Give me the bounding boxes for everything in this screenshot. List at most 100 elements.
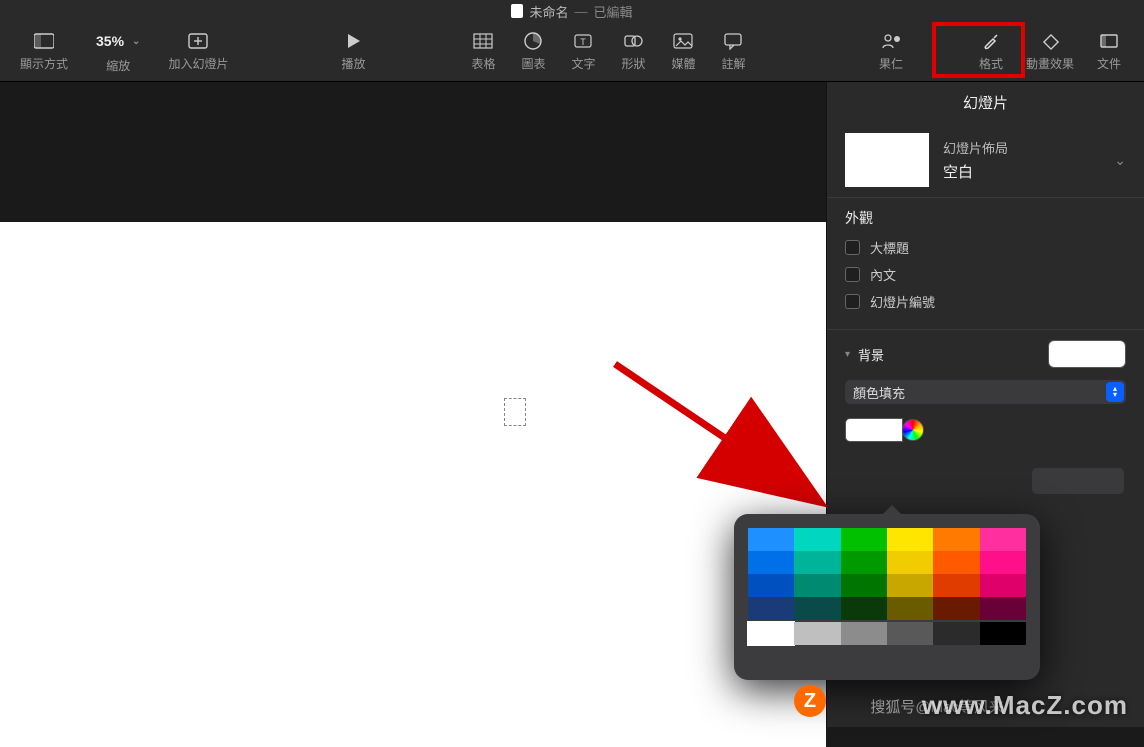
fill-type-select[interactable]: 顏色填充 ▴▾ (845, 380, 1126, 404)
color-swatch[interactable] (841, 574, 887, 597)
layout-section[interactable]: 幻燈片佈局 空白 ⌄ (827, 123, 1144, 198)
color-swatch[interactable] (887, 528, 933, 551)
document-icon (511, 4, 523, 18)
color-swatch[interactable] (841, 528, 887, 551)
appearance-section: 外觀 大標題 內文 幻燈片編號 (827, 198, 1144, 330)
color-swatch[interactable] (933, 551, 979, 574)
play-icon (342, 31, 364, 51)
color-swatch[interactable] (748, 528, 794, 551)
background-swatch[interactable] (1048, 340, 1126, 368)
color-swatch[interactable] (980, 551, 1026, 574)
color-wheel-icon[interactable] (902, 419, 924, 441)
table-icon (472, 31, 494, 51)
media-button[interactable]: 媒體 (658, 27, 708, 76)
color-swatch[interactable] (887, 622, 933, 645)
color-swatch[interactable] (748, 551, 794, 574)
background-label: 背景 (858, 345, 884, 364)
color-swatch[interactable] (980, 622, 1026, 645)
window-titlebar: 未命名 — 已編輯 (0, 0, 1144, 22)
shape-icon (622, 31, 644, 51)
checkbox[interactable] (845, 294, 860, 309)
collaborate-button[interactable]: 果仁 (866, 27, 916, 76)
color-swatch[interactable] (887, 551, 933, 574)
color-swatch[interactable] (841, 551, 887, 574)
color-swatch[interactable] (887, 597, 933, 620)
color-swatch[interactable] (794, 551, 840, 574)
color-picker-popover (734, 514, 1040, 680)
view-icon (33, 31, 55, 51)
diamond-icon (1039, 31, 1061, 51)
triangle-down-icon: ▾ (845, 349, 850, 360)
checkbox[interactable] (845, 240, 860, 255)
color-swatch[interactable] (794, 622, 840, 645)
text-button[interactable]: T 文字 (558, 27, 608, 76)
background-disclosure[interactable]: ▾ 背景 (845, 340, 1126, 368)
layout-label: 幻燈片佈局 (943, 138, 1008, 157)
slide-canvas[interactable] (0, 82, 826, 727)
view-mode-button[interactable]: 顯示方式 (10, 27, 78, 76)
fill-type-value: 顏色填充 (853, 383, 905, 402)
document-title: 未命名 (529, 2, 568, 21)
slidenum-checkbox-row[interactable]: 幻燈片編號 (845, 292, 1126, 311)
plus-icon (187, 31, 209, 51)
text-icon: T (572, 31, 594, 51)
document-icon (1098, 31, 1120, 51)
document-status: 已編輯 (594, 2, 633, 21)
color-swatch[interactable] (887, 574, 933, 597)
color-swatch[interactable] (980, 574, 1026, 597)
checkbox-label: 大標題 (870, 238, 909, 257)
color-swatch[interactable] (933, 528, 979, 551)
color-well[interactable] (845, 418, 903, 442)
selection-marquee (504, 398, 526, 426)
watermark-primary: www.MacZ.com (922, 690, 1128, 721)
chevron-down-icon: ⌄ (1114, 152, 1126, 169)
inspector-tab-slide[interactable]: 幻燈片 (827, 82, 1144, 123)
color-swatch[interactable] (794, 597, 840, 620)
color-swatch[interactable] (841, 622, 887, 645)
color-swatch[interactable] (794, 574, 840, 597)
play-button[interactable]: 播放 (328, 27, 378, 76)
image-icon (672, 31, 694, 51)
layout-name: 空白 (943, 161, 1008, 182)
color-swatch[interactable] (794, 528, 840, 551)
color-swatch[interactable] (748, 574, 794, 597)
format-button[interactable]: 格式 (966, 27, 1016, 76)
color-swatch-grid (748, 528, 1026, 620)
select-stepper-icon: ▴▾ (1106, 382, 1124, 402)
color-swatch[interactable] (933, 574, 979, 597)
add-slide-button[interactable]: 加入幻燈片 (158, 27, 238, 76)
collaborate-icon (880, 31, 902, 51)
layout-thumbnail (845, 133, 929, 187)
grayscale-row (748, 622, 1026, 645)
edit-master-button[interactable] (1032, 468, 1124, 494)
table-button[interactable]: 表格 (458, 27, 508, 76)
color-swatch[interactable] (980, 528, 1026, 551)
comment-icon (722, 31, 744, 51)
z-badge-icon: Z (794, 685, 826, 717)
chart-icon (522, 31, 544, 51)
svg-text:T: T (581, 37, 587, 47)
color-swatch-selected[interactable] (748, 622, 794, 645)
brush-icon (980, 31, 1002, 51)
color-swatch[interactable] (933, 622, 979, 645)
chevron-down-icon: ⌄ (132, 36, 140, 47)
checkbox-label: 內文 (870, 265, 896, 284)
comment-button[interactable]: 註解 (708, 27, 758, 76)
appearance-title: 外觀 (845, 208, 1126, 228)
color-swatch[interactable] (933, 597, 979, 620)
toolbar: 顯示方式 35%⌄ 縮放 加入幻燈片 播放 表格 圖表 T 文字 (0, 22, 1144, 82)
chart-button[interactable]: 圖表 (508, 27, 558, 76)
document-button[interactable]: 文件 (1084, 27, 1134, 76)
color-swatch[interactable] (748, 597, 794, 620)
checkbox-label: 幻燈片編號 (870, 292, 935, 311)
checkbox[interactable] (845, 267, 860, 282)
color-swatch[interactable] (841, 597, 887, 620)
title-checkbox-row[interactable]: 大標題 (845, 238, 1126, 257)
background-section: ▾ 背景 顏色填充 ▴▾ (827, 330, 1144, 452)
color-swatch[interactable] (980, 597, 1026, 620)
animate-button[interactable]: 動畫效果 (1016, 27, 1084, 76)
zoom-value: 35%⌄ (88, 29, 148, 53)
zoom-button[interactable]: 35%⌄ 縮放 (78, 25, 158, 78)
shape-button[interactable]: 形狀 (608, 27, 658, 76)
body-checkbox-row[interactable]: 內文 (845, 265, 1126, 284)
